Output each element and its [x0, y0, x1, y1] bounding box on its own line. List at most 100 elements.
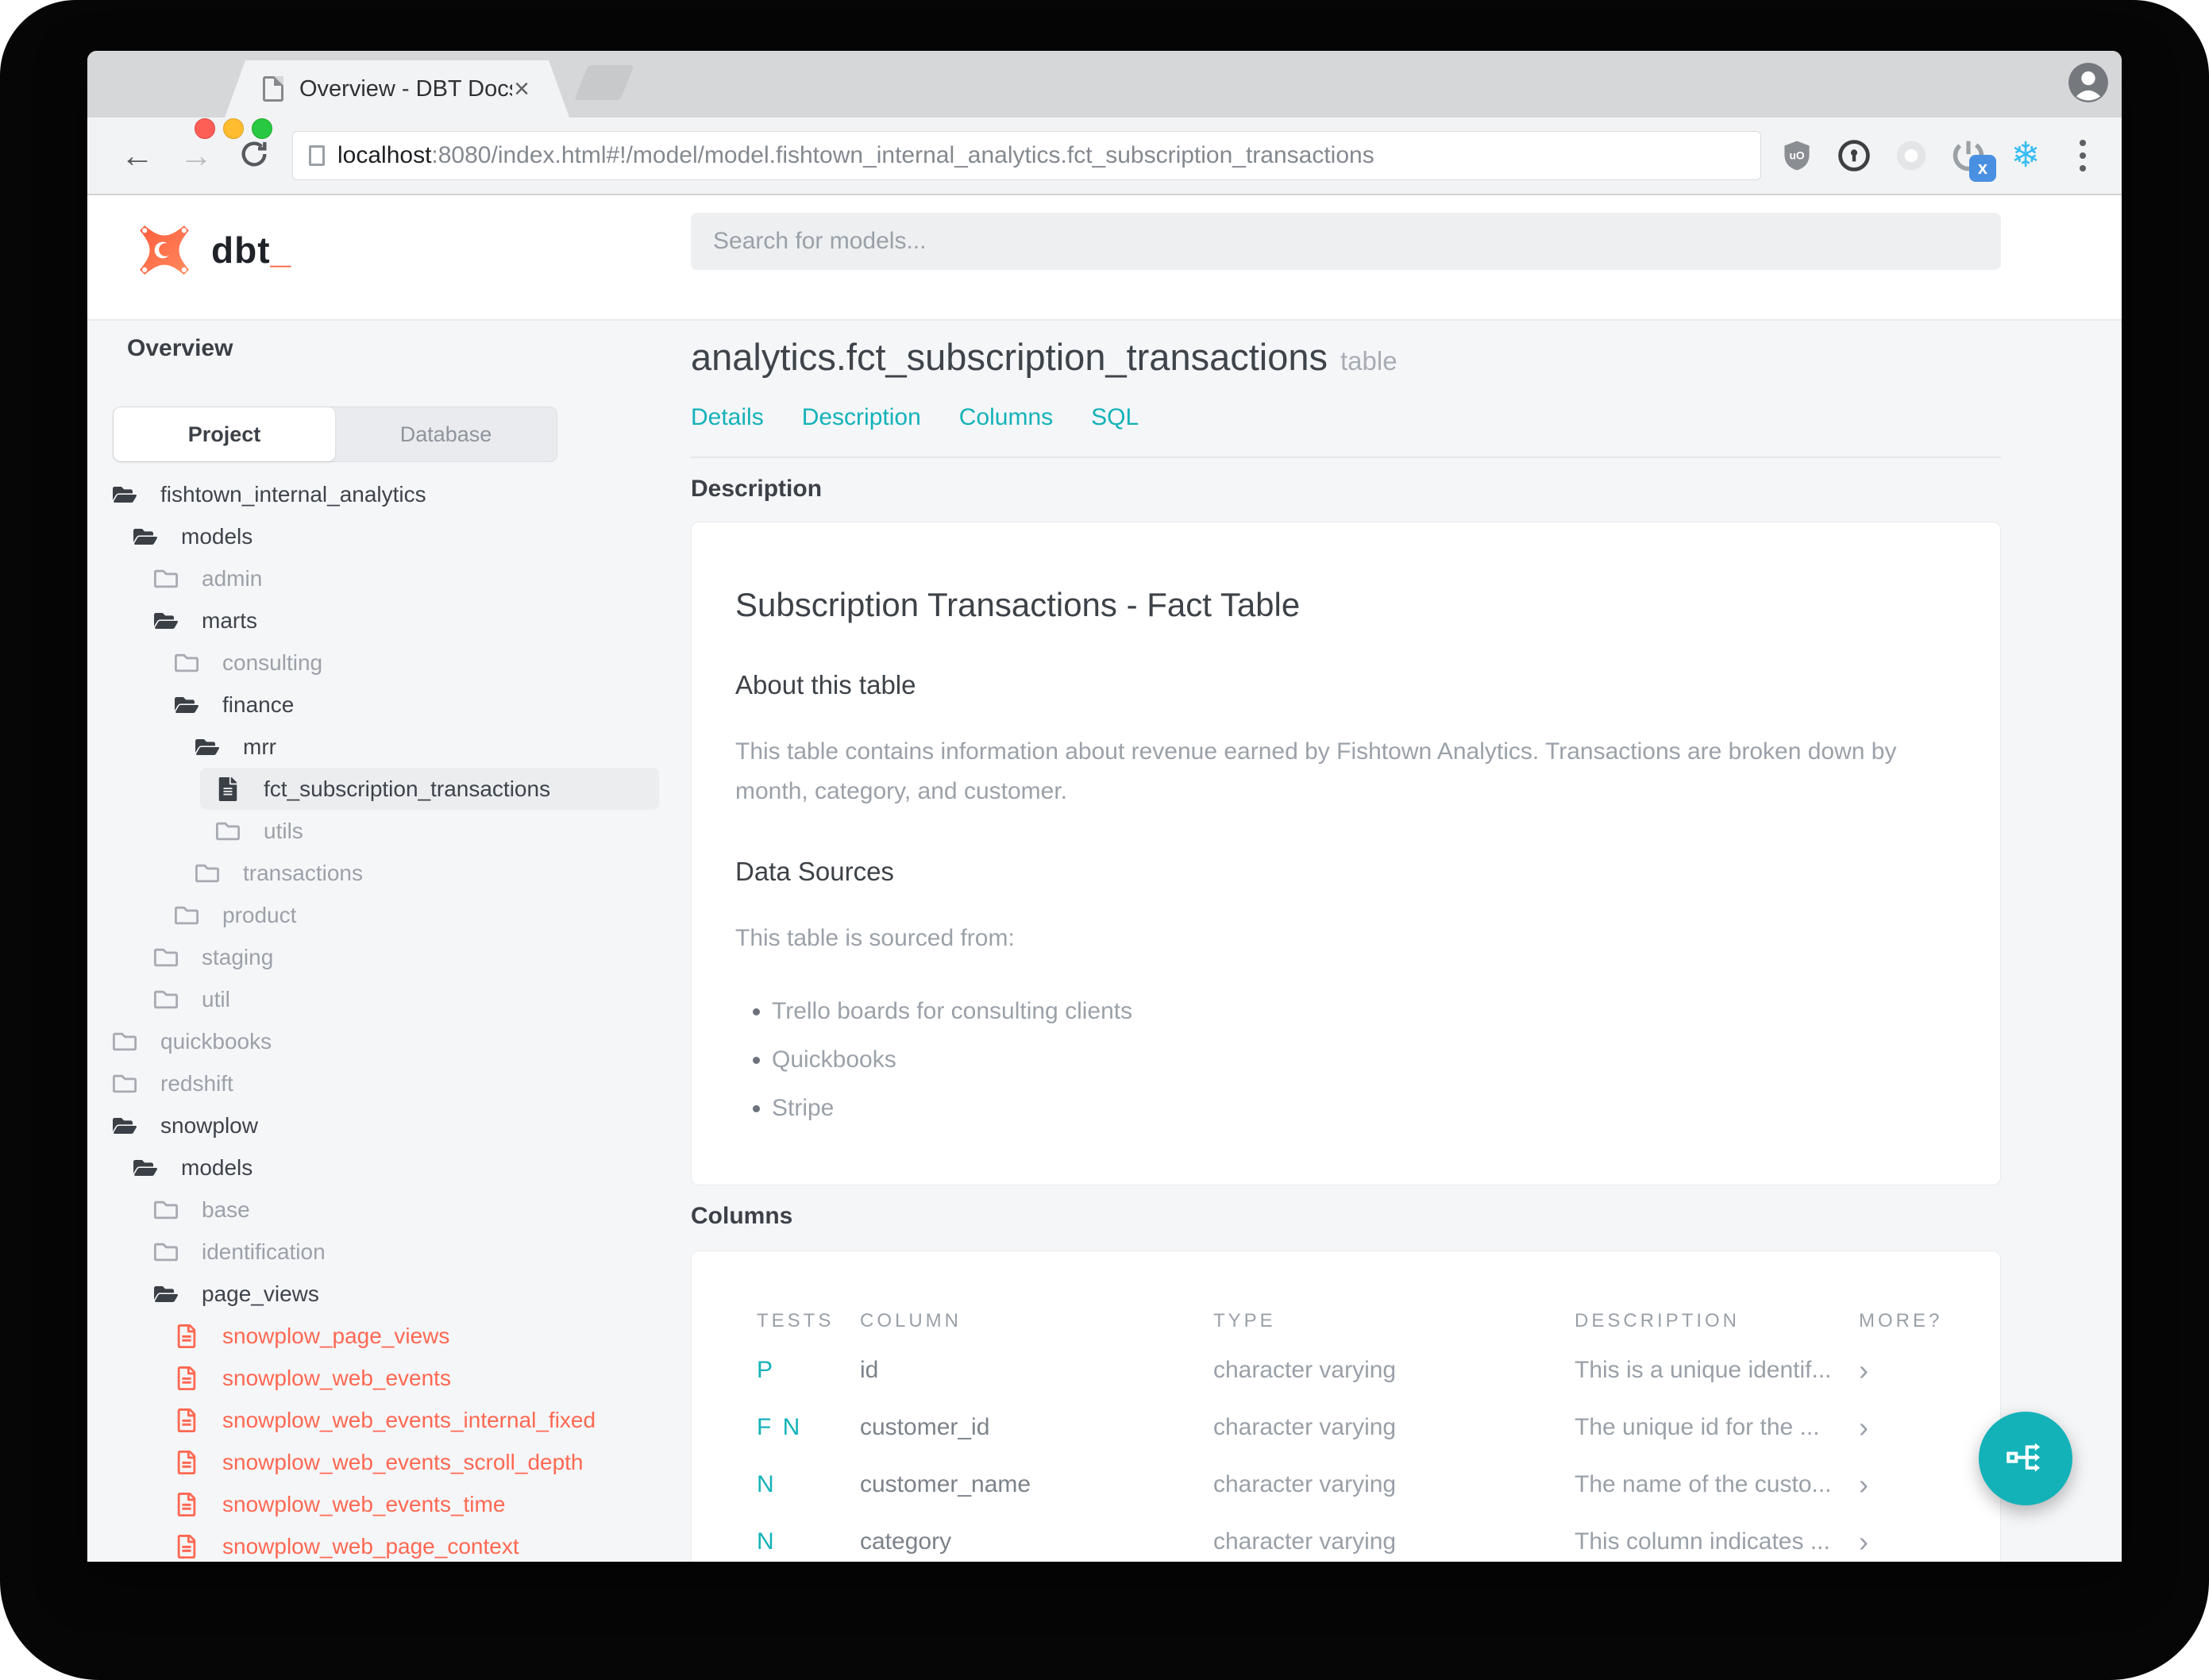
nav-link-columns[interactable]: Columns [959, 404, 1053, 431]
tree-item-admin[interactable]: admin [87, 557, 683, 599]
sources-list: Trello boards for consulting clients Quic… [735, 993, 1956, 1126]
file-red-icon [175, 1366, 199, 1390]
file-red-icon [175, 1324, 199, 1348]
folder-open-icon [154, 1282, 178, 1306]
tests-cell[interactable]: N [757, 1528, 860, 1555]
onepassword-icon[interactable] [1836, 137, 1872, 174]
tree-item-redshift[interactable]: redshift [87, 1062, 683, 1104]
folder-open-icon [113, 1114, 137, 1138]
tree-item-page_views[interactable]: page_views [87, 1273, 683, 1315]
sources-intro: This table is sourced from: [735, 925, 1015, 951]
content-area: Overview Project Database fishtown_inter… [87, 321, 2122, 1562]
tree-item-snowplow_web_page_context[interactable]: snowplow_web_page_context [87, 1525, 683, 1562]
description-section-label: Description [691, 476, 823, 502]
description-cell: This is a unique identif... [1575, 1356, 1832, 1383]
table-header-row: TESTS COLUMN TYPE DESCRIPTION MORE? [757, 1300, 1939, 1342]
power-extension-icon[interactable]: x [1950, 137, 1996, 182]
column-header-column: COLUMN [860, 1309, 962, 1331]
tree-item-identification[interactable]: identification [87, 1231, 683, 1273]
browser-menu-icon[interactable] [2064, 137, 2101, 174]
tab-database[interactable]: Database [335, 407, 557, 461]
folder-open-icon [113, 483, 137, 507]
tree-item-utils[interactable]: utils [87, 810, 683, 852]
ublock-icon[interactable]: uO [1779, 137, 1815, 174]
url-path: :8080/index.html#!/model/model.fishtown_… [431, 142, 1374, 168]
tree-item-base[interactable]: base [87, 1189, 683, 1231]
new-tab-button[interactable] [574, 65, 634, 100]
folder-icon [154, 1198, 178, 1222]
expand-row-icon[interactable]: › [1859, 1355, 1935, 1385]
tree-item-fishtown_internal_analytics[interactable]: fishtown_internal_analytics [87, 473, 683, 515]
browser-toolbar: ← → localhost:8080/index.html#!/model/mo… [87, 118, 2122, 195]
power-extension-badge: x [1969, 155, 1996, 182]
lineage-graph-button[interactable] [1979, 1412, 2072, 1505]
folder-icon [154, 946, 178, 969]
tree-item-staging[interactable]: staging [87, 936, 683, 978]
folder-icon [154, 567, 178, 591]
browser-tab[interactable]: Overview - DBT Docs × [225, 60, 569, 118]
file-red-icon [175, 1450, 199, 1474]
snowflake-icon[interactable]: ❄ [2007, 137, 2044, 174]
tree-item-snowplow_web_events_internal_fixed[interactable]: snowplow_web_events_internal_fixed [87, 1399, 683, 1441]
table-row-customer_name[interactable]: N customer_name character varying The na… [757, 1456, 1935, 1513]
nav-link-sql[interactable]: SQL [1091, 404, 1139, 431]
close-window-button[interactable] [195, 118, 215, 139]
about-text: This table contains information about re… [735, 738, 1897, 804]
tree-item-mrr[interactable]: mrr [87, 726, 683, 768]
svg-text:uO: uO [1789, 150, 1804, 162]
tree-item-snowplow_web_events_scroll_depth[interactable]: snowplow_web_events_scroll_depth [87, 1441, 683, 1483]
folder-icon [175, 651, 199, 675]
back-icon[interactable]: ← [121, 139, 154, 172]
tests-cell[interactable]: P [757, 1357, 860, 1384]
tree-item-marts[interactable]: marts [87, 599, 683, 642]
column-header-type: TYPE [1213, 1309, 1276, 1331]
tab-project[interactable]: Project [114, 407, 335, 461]
expand-row-icon[interactable]: › [1859, 1412, 1935, 1442]
file-red-icon [175, 1534, 199, 1559]
tree-item-snowplow_web_events[interactable]: snowplow_web_events [87, 1357, 683, 1399]
tree-item-finance[interactable]: finance [87, 684, 683, 726]
model-type-badge: table [1340, 346, 1397, 376]
minimize-window-button[interactable] [223, 118, 244, 139]
nav-link-description[interactable]: Description [802, 404, 921, 431]
expand-row-icon[interactable]: › [1859, 1527, 1935, 1556]
tree-item-consulting[interactable]: consulting [87, 642, 683, 684]
table-row-customer_id[interactable]: F N customer_id character varying The un… [757, 1399, 1935, 1456]
profile-avatar-icon[interactable] [2068, 62, 2109, 103]
file-tree: fishtown_internal_analytics models admin… [87, 473, 683, 1562]
dbt-logo[interactable]: dbt_ [138, 224, 291, 276]
tree-item-fct_subscription_transactions[interactable]: fct_subscription_transactions [200, 768, 659, 810]
tree-item-util[interactable]: util [87, 978, 683, 1020]
table-row-category[interactable]: N category character varying This column… [757, 1513, 1935, 1562]
tree-item-quickbooks[interactable]: quickbooks [87, 1020, 683, 1062]
tree-item-transactions[interactable]: transactions [87, 852, 683, 894]
tests-cell[interactable]: N [757, 1471, 860, 1498]
zoom-window-button[interactable] [252, 118, 272, 139]
address-bar[interactable]: localhost:8080/index.html#!/model/model.… [292, 131, 1761, 180]
tree-item-snowplow[interactable]: snowplow [87, 1104, 683, 1146]
tests-cell[interactable]: F N [757, 1414, 860, 1441]
column-header-tests: TESTS [757, 1309, 835, 1331]
search-bar [691, 213, 2001, 270]
tab-title: Overview - DBT Docs [299, 75, 513, 102]
tree-item-product[interactable]: product [87, 894, 683, 936]
sidebar: Overview Project Database fishtown_inter… [87, 321, 683, 1562]
extension-icons: uO x ❄ [1779, 137, 2101, 182]
expand-row-icon[interactable]: › [1859, 1470, 1935, 1499]
nav-link-details[interactable]: Details [691, 404, 764, 431]
tree-item-models[interactable]: models [87, 1146, 683, 1189]
table-row-id[interactable]: P id character varying This is a unique … [757, 1342, 1935, 1399]
type-cell: character varying [1213, 1413, 1397, 1440]
tab-close-icon[interactable]: × [512, 75, 531, 102]
columns-table: TESTS COLUMN TYPE DESCRIPTION MORE? P id cha… [692, 1300, 2000, 1562]
tree-item-snowplow_web_events_time[interactable]: snowplow_web_events_time [87, 1483, 683, 1525]
description-card: Subscription Transactions - Fact Table A… [691, 522, 2001, 1185]
search-input[interactable] [691, 213, 2001, 270]
tree-item-models[interactable]: models [87, 515, 683, 557]
tree-item-snowplow_page_views[interactable]: snowplow_page_views [87, 1315, 683, 1357]
pocket-icon[interactable] [1893, 137, 1930, 174]
screenshot-frame: Overview - DBT Docs × ← → localhost:8080… [0, 0, 2209, 1680]
reload-icon[interactable] [238, 138, 270, 174]
column-header-description: DESCRIPTION [1575, 1309, 1741, 1331]
description-cell: The name of the custo... [1575, 1470, 1832, 1497]
